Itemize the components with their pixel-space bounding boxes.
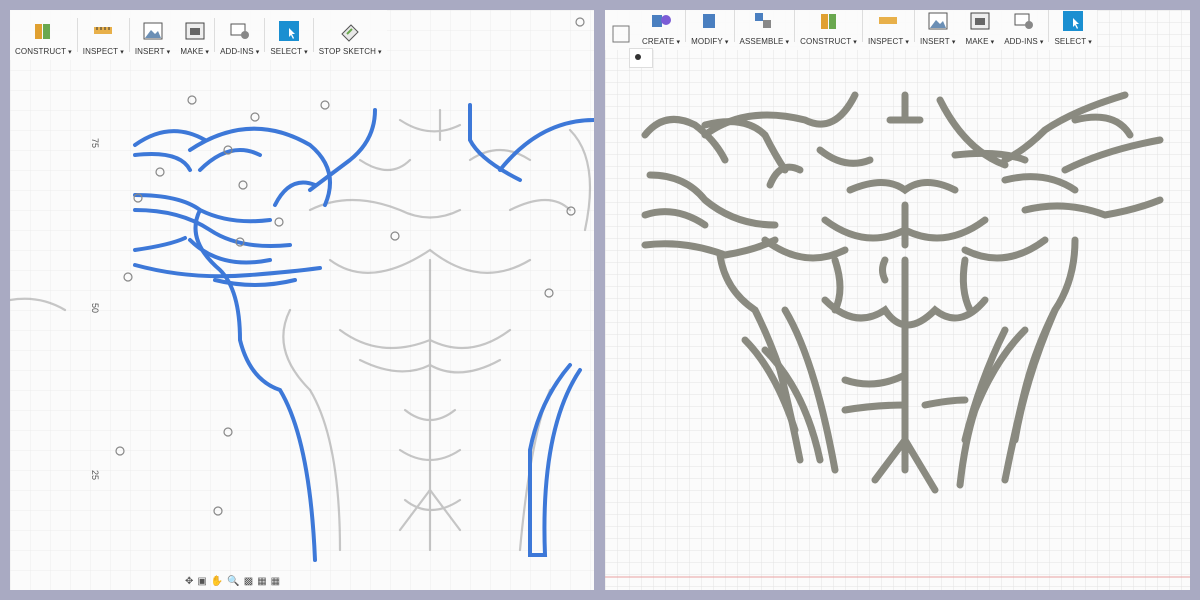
select-icon — [279, 21, 300, 41]
modify-menu[interactable]: MODIFY — [686, 10, 733, 50]
make-menu[interactable]: MAKE — [960, 10, 999, 50]
look-at-icon[interactable]: ▣ — [197, 576, 206, 587]
stop-sketch-label: STOP SKETCH — [319, 47, 382, 60]
viewports-icon[interactable]: ▦ — [271, 576, 280, 587]
assemble-menu[interactable]: ASSEMBLE — [735, 10, 795, 50]
create-menu[interactable]: CREATE — [637, 10, 685, 50]
ruler-label-75: 75 — [90, 137, 101, 149]
add-ins-menu[interactable]: ADD-INS — [999, 10, 1048, 50]
model-window: CREATE MODIFY ASSEMBLE CONSTRUCT INSPECT… — [605, 10, 1190, 590]
navigation-bar: ✥ ▣ ✋ 🔍 ▩ ▦ ▦ — [185, 576, 280, 587]
construct-menu[interactable]: CONSTRUCT — [795, 10, 862, 50]
browser-dot-icon — [635, 54, 641, 60]
insert-label: INSERT — [135, 47, 170, 60]
inspect-label: INSPECT — [868, 37, 909, 50]
insert-menu[interactable]: INSERT — [130, 10, 175, 60]
sketch-canvas[interactable] — [10, 10, 594, 590]
select-label: SELECT — [270, 47, 307, 60]
select-label: SELECT — [1054, 37, 1091, 50]
add-ins-menu[interactable]: ADD-INS — [215, 10, 264, 60]
sketch-icon — [612, 25, 630, 43]
insert-icon — [143, 22, 163, 40]
modify-label: MODIFY — [691, 37, 728, 50]
add-ins-icon — [1014, 13, 1033, 29]
construct-icon — [820, 14, 836, 29]
display-settings-icon[interactable]: ▩ — [244, 576, 253, 587]
construct-icon — [35, 24, 51, 39]
modify-icon — [702, 14, 715, 28]
create-icon — [652, 15, 672, 27]
make-menu[interactable]: MAKE — [175, 10, 214, 60]
grid-settings-icon[interactable]: ▦ — [257, 576, 266, 587]
orbit-icon[interactable]: ✥ — [185, 576, 193, 587]
ruler-label-25: 25 — [90, 469, 101, 481]
ruler-label-50: 50 — [90, 302, 101, 314]
construct-label: CONSTRUCT — [800, 37, 857, 50]
assemble-label: ASSEMBLE — [740, 37, 790, 50]
inspect-label: INSPECT — [83, 47, 124, 60]
pan-icon[interactable]: ✋ — [211, 576, 223, 587]
construct-label: CONSTRUCT — [15, 47, 72, 60]
left-toolbar: CONSTRUCT INSPECT INSERT MAKE ADD-INS SE… — [10, 10, 387, 60]
select-menu[interactable]: SELECT — [265, 10, 312, 60]
browser-toggle[interactable] — [629, 48, 653, 68]
inspect-icon — [879, 17, 898, 24]
make-label: MAKE — [180, 47, 209, 60]
select-icon — [1063, 11, 1084, 31]
sketch-tool[interactable] — [605, 10, 637, 50]
make-icon — [185, 22, 205, 40]
inspect-menu[interactable]: INSPECT — [78, 10, 129, 60]
stop-sketch-button[interactable]: STOP SKETCH — [314, 10, 387, 60]
add-ins-icon — [230, 23, 249, 39]
inspect-icon — [94, 27, 113, 34]
right-toolbar: CREATE MODIFY ASSEMBLE CONSTRUCT INSPECT… — [605, 10, 1097, 50]
insert-label: INSERT — [920, 37, 955, 50]
select-menu[interactable]: SELECT — [1049, 10, 1096, 50]
make-icon — [970, 12, 990, 30]
assemble-icon — [755, 13, 772, 28]
stop-sketch-icon — [341, 24, 359, 42]
insert-icon — [928, 12, 948, 30]
construct-menu[interactable]: CONSTRUCT — [10, 10, 77, 60]
add-ins-label: ADD-INS — [1004, 37, 1043, 50]
sketch-window: CONSTRUCT INSPECT INSERT MAKE ADD-INS SE… — [10, 10, 594, 590]
make-label: MAKE — [965, 37, 994, 50]
add-ins-label: ADD-INS — [220, 47, 259, 60]
zoom-icon[interactable]: 🔍 — [227, 576, 239, 587]
model-canvas[interactable] — [605, 10, 1190, 590]
inspect-menu[interactable]: INSPECT — [863, 10, 914, 50]
insert-menu[interactable]: INSERT — [915, 10, 960, 50]
